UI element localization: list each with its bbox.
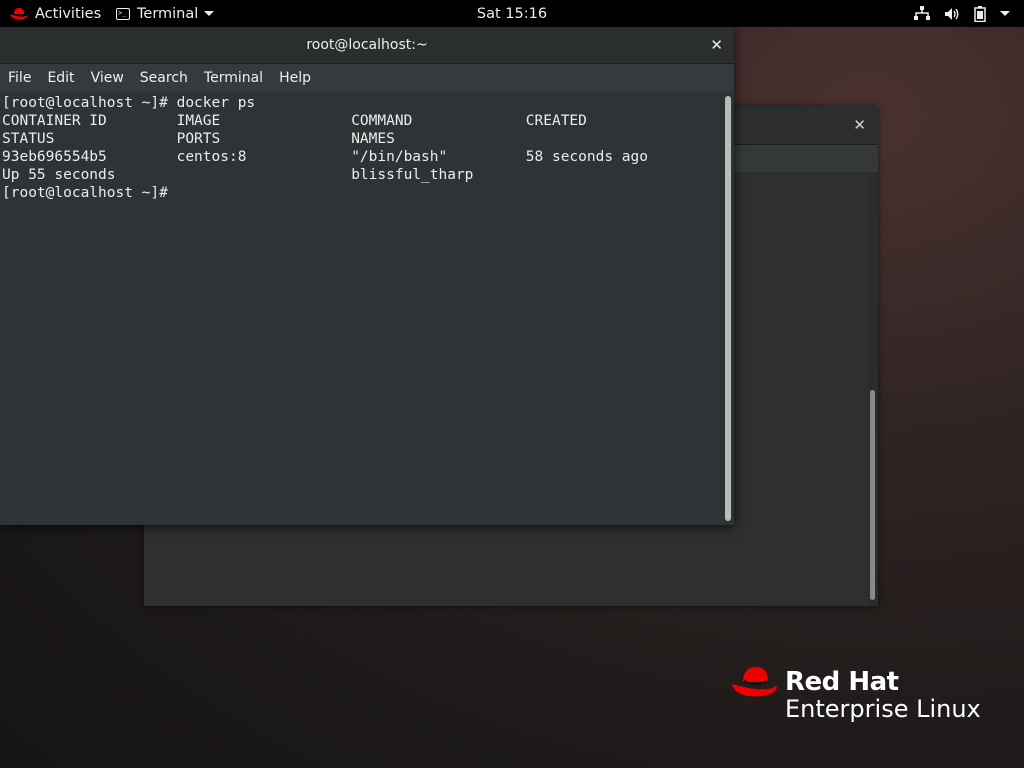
menu-edit[interactable]: Edit — [39, 64, 82, 92]
terminal-line: STATUS PORTS NAMES — [2, 131, 395, 147]
terminal-scrollbar-thumb[interactable] — [725, 96, 731, 521]
system-menu-caret-icon — [1000, 11, 1010, 16]
chevron-down-icon — [204, 11, 215, 16]
window-title: root@localhost:~ — [306, 37, 428, 53]
terminal-output[interactable]: [root@localhost ~]# docker ps CONTAINER … — [0, 92, 722, 525]
volume-icon — [945, 7, 959, 20]
terminal-line: 93eb696554b5 centos:8 "/bin/bash" 58 sec… — [2, 149, 649, 165]
menu-help[interactable]: Help — [271, 64, 319, 92]
clock[interactable]: Sat 15:16 — [477, 6, 547, 22]
menu-search[interactable]: Search — [132, 64, 196, 92]
terminal-text: [root@localhost ~]# docker ps CONTAINER … — [2, 94, 648, 202]
background-scrollbar[interactable] — [868, 172, 878, 606]
terminal-app-icon: >_ — [116, 7, 130, 20]
terminal-prompt-line: [root@localhost ~]# — [2, 185, 177, 201]
top-bar: Activities >_ Terminal Sat 15:16 — [0, 0, 1024, 27]
terminal-line: [root@localhost ~]# docker ps — [2, 95, 256, 111]
terminal-line: CONTAINER ID IMAGE COMMAND CREATED — [2, 113, 587, 129]
app-menu[interactable]: >_ Terminal — [116, 0, 215, 27]
activities-label: Activities — [35, 5, 102, 22]
activities-button[interactable]: Activities — [9, 0, 101, 27]
brand-line-2: Enterprise Linux — [785, 695, 981, 723]
close-icon[interactable]: ✕ — [853, 116, 866, 134]
menu-file[interactable]: File — [0, 64, 39, 92]
close-icon[interactable]: ✕ — [710, 36, 723, 54]
terminal-window[interactable]: root@localhost:~ ✕ File Edit View Search… — [0, 27, 734, 525]
menu-view[interactable]: View — [83, 64, 132, 92]
battery-icon — [974, 5, 986, 22]
redhat-hat-icon — [10, 7, 28, 19]
terminal-scrollbar[interactable] — [722, 92, 734, 525]
background-scrollbar-thumb[interactable] — [870, 390, 875, 600]
terminal-header: root@localhost:~ ✕ — [0, 27, 734, 64]
brand-line-1: Red Hat — [785, 667, 899, 697]
network-icon — [914, 6, 930, 20]
app-menu-label: Terminal — [137, 5, 199, 22]
system-menu[interactable] — [914, 0, 1010, 27]
menu-terminal[interactable]: Terminal — [196, 64, 271, 92]
terminal-line: Up 55 seconds blissful_tharp — [2, 167, 474, 183]
terminal-menubar: File Edit View Search Terminal Help — [0, 64, 734, 92]
redhat-logo-icon — [732, 667, 777, 697]
